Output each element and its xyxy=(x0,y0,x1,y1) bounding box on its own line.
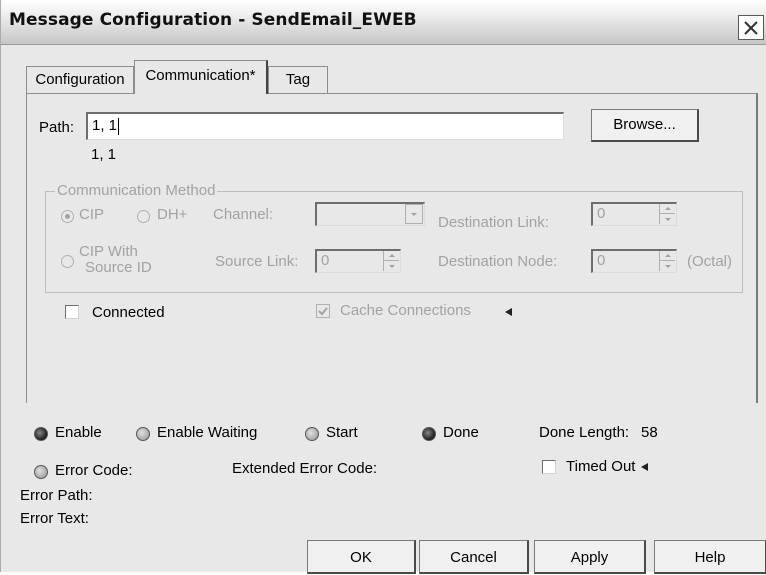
help-button[interactable]: Help xyxy=(654,540,766,574)
browse-button-label: Browse... xyxy=(613,116,676,133)
enable-waiting-label: Enable Waiting xyxy=(157,424,258,441)
spin-up-icon xyxy=(664,207,671,210)
start-label: Start xyxy=(326,424,358,441)
dhplus-label: DH+ xyxy=(157,206,188,223)
cip-with-source-id-line2: Source ID xyxy=(85,259,152,276)
apply-button-label: Apply xyxy=(570,549,609,566)
close-button[interactable] xyxy=(738,15,764,40)
done-label: Done xyxy=(443,424,479,441)
spin-down-icon xyxy=(388,264,395,268)
done-led xyxy=(422,427,436,441)
help-button-label: Help xyxy=(694,549,726,566)
ok-button[interactable]: OK xyxy=(307,540,416,574)
connected-checkbox[interactable] xyxy=(65,305,79,319)
error-code-label: Error Code: xyxy=(55,462,133,479)
done-length-label: Done Length: xyxy=(539,424,630,441)
source-link-spinner[interactable] xyxy=(383,251,399,271)
destination-node-label: Destination Node: xyxy=(438,253,558,270)
cache-connections-checkbox[interactable] xyxy=(316,304,330,318)
channel-dropdown-button[interactable] xyxy=(405,204,423,224)
done-length-value: 58 xyxy=(641,424,658,441)
cip-with-source-id-radio[interactable] xyxy=(61,255,74,268)
resolved-path-text: 1, 1 xyxy=(91,146,117,163)
ok-button-label: OK xyxy=(350,549,372,566)
destination-link-spinner[interactable] xyxy=(659,204,675,224)
path-input-value: 1, 1 xyxy=(92,117,118,134)
timed-out-label: Timed Out xyxy=(566,458,636,475)
message-configuration-dialog: Message Configuration - SendEmail_EWEB C… xyxy=(0,0,766,574)
text-cursor xyxy=(118,117,120,135)
destination-node-value: 0 xyxy=(597,252,606,269)
cancel-button[interactable]: Cancel xyxy=(419,540,529,574)
spin-down-icon xyxy=(664,217,671,221)
dhplus-radio[interactable] xyxy=(137,210,150,223)
window-title: Message Configuration - SendEmail_EWEB xyxy=(9,10,417,30)
cip-with-source-id-label: CIP With Source ID xyxy=(79,244,152,276)
destination-link-label: Destination Link: xyxy=(438,214,549,231)
tab-configuration-label: Configuration xyxy=(35,71,125,88)
cip-label: CIP xyxy=(79,206,105,223)
chevron-down-icon xyxy=(411,212,417,216)
cancel-button-label: Cancel xyxy=(450,549,497,566)
cache-connections-label: Cache Connections xyxy=(340,302,471,319)
apply-button[interactable]: Apply xyxy=(534,540,646,574)
close-x-icon xyxy=(744,20,758,35)
cip-radio[interactable] xyxy=(61,210,74,223)
tab-tag-label: Tag xyxy=(285,71,311,88)
path-label: Path: xyxy=(39,119,75,136)
destination-node-spinner[interactable] xyxy=(659,251,675,271)
timed-out-checkbox[interactable] xyxy=(542,460,556,474)
browse-button[interactable]: Browse... xyxy=(591,109,699,142)
arrow-left-icon xyxy=(641,463,648,471)
checkmark-icon xyxy=(318,307,328,316)
octal-label: (Octal) xyxy=(687,253,732,270)
enable-waiting-led xyxy=(136,427,150,441)
channel-label: Channel: xyxy=(213,206,274,223)
tab-communication-label: Communication* xyxy=(145,67,256,84)
connected-label: Connected xyxy=(92,304,165,321)
source-link-label: Source Link: xyxy=(215,253,299,270)
title-bar[interactable]: Message Configuration - SendEmail_EWEB xyxy=(1,0,766,45)
extended-error-code-label: Extended Error Code: xyxy=(232,460,378,477)
spin-up-icon xyxy=(664,254,671,257)
communication-method-legend: Communication Method xyxy=(55,182,218,199)
path-input[interactable]: 1, 1 xyxy=(86,112,564,140)
tab-tag[interactable]: Tag xyxy=(268,66,328,94)
tab-communication[interactable]: Communication* xyxy=(134,60,268,94)
enable-label: Enable xyxy=(55,424,102,441)
error-code-led xyxy=(34,465,48,479)
cip-with-source-id-line1: CIP With xyxy=(79,243,138,260)
spin-up-icon xyxy=(388,254,395,257)
spin-down-icon xyxy=(664,264,671,268)
arrow-left-icon xyxy=(505,308,512,316)
source-link-value: 0 xyxy=(321,252,330,269)
start-led xyxy=(305,427,319,441)
enable-led xyxy=(34,427,48,441)
error-text-label: Error Text: xyxy=(20,510,89,527)
tab-configuration[interactable]: Configuration xyxy=(26,66,134,94)
error-path-label: Error Path: xyxy=(20,487,93,504)
destination-link-value: 0 xyxy=(597,205,606,222)
